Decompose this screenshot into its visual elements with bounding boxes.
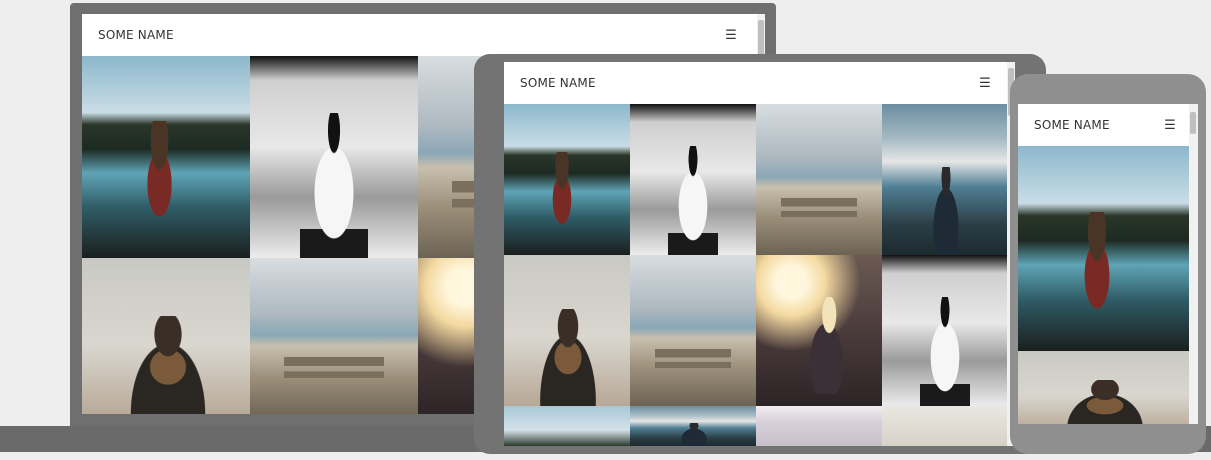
photo-tile[interactable]	[756, 255, 882, 406]
photo-tile[interactable]	[82, 258, 250, 414]
phone-screen: SOME NAME ☰	[1018, 104, 1198, 424]
scrollbar-thumb[interactable]	[1190, 112, 1196, 134]
photo-tile[interactable]	[882, 255, 1007, 406]
photo-tile[interactable]	[504, 104, 630, 255]
brand-name[interactable]: SOME NAME	[520, 76, 596, 90]
photo-tile[interactable]	[630, 406, 756, 446]
photo-tile[interactable]	[82, 56, 250, 258]
brand-name[interactable]: SOME NAME	[1034, 118, 1110, 132]
hamburger-menu-icon[interactable]: ☰	[1164, 118, 1176, 133]
photo-tile[interactable]	[1018, 146, 1189, 351]
photo-tile[interactable]	[756, 406, 882, 446]
tablet-navbar: SOME NAME ☰	[504, 62, 1015, 104]
phone-navbar: SOME NAME ☰	[1018, 104, 1198, 146]
photo-tile[interactable]	[250, 56, 418, 258]
photo-tile[interactable]	[756, 104, 882, 255]
photo-tile[interactable]	[504, 255, 630, 406]
photo-grid	[1018, 146, 1189, 424]
photo-grid	[504, 104, 1007, 446]
phone-frame: SOME NAME ☰	[1010, 74, 1206, 454]
scrollbar[interactable]	[1189, 104, 1198, 424]
hamburger-menu-icon[interactable]: ☰	[979, 76, 991, 91]
photo-tile[interactable]	[630, 255, 756, 406]
photo-tile[interactable]	[882, 104, 1007, 255]
photo-tile[interactable]	[630, 104, 756, 255]
photo-tile[interactable]	[504, 406, 630, 446]
hamburger-menu-icon[interactable]: ☰	[725, 28, 737, 43]
photo-tile[interactable]	[250, 258, 418, 414]
brand-name[interactable]: SOME NAME	[98, 28, 174, 42]
laptop-navbar: SOME NAME ☰	[82, 14, 765, 56]
photo-tile[interactable]	[1018, 351, 1189, 424]
photo-tile[interactable]	[882, 406, 1007, 446]
tablet-screen: SOME NAME ☰	[504, 62, 1015, 446]
tablet-frame: SOME NAME ☰	[474, 54, 1046, 454]
